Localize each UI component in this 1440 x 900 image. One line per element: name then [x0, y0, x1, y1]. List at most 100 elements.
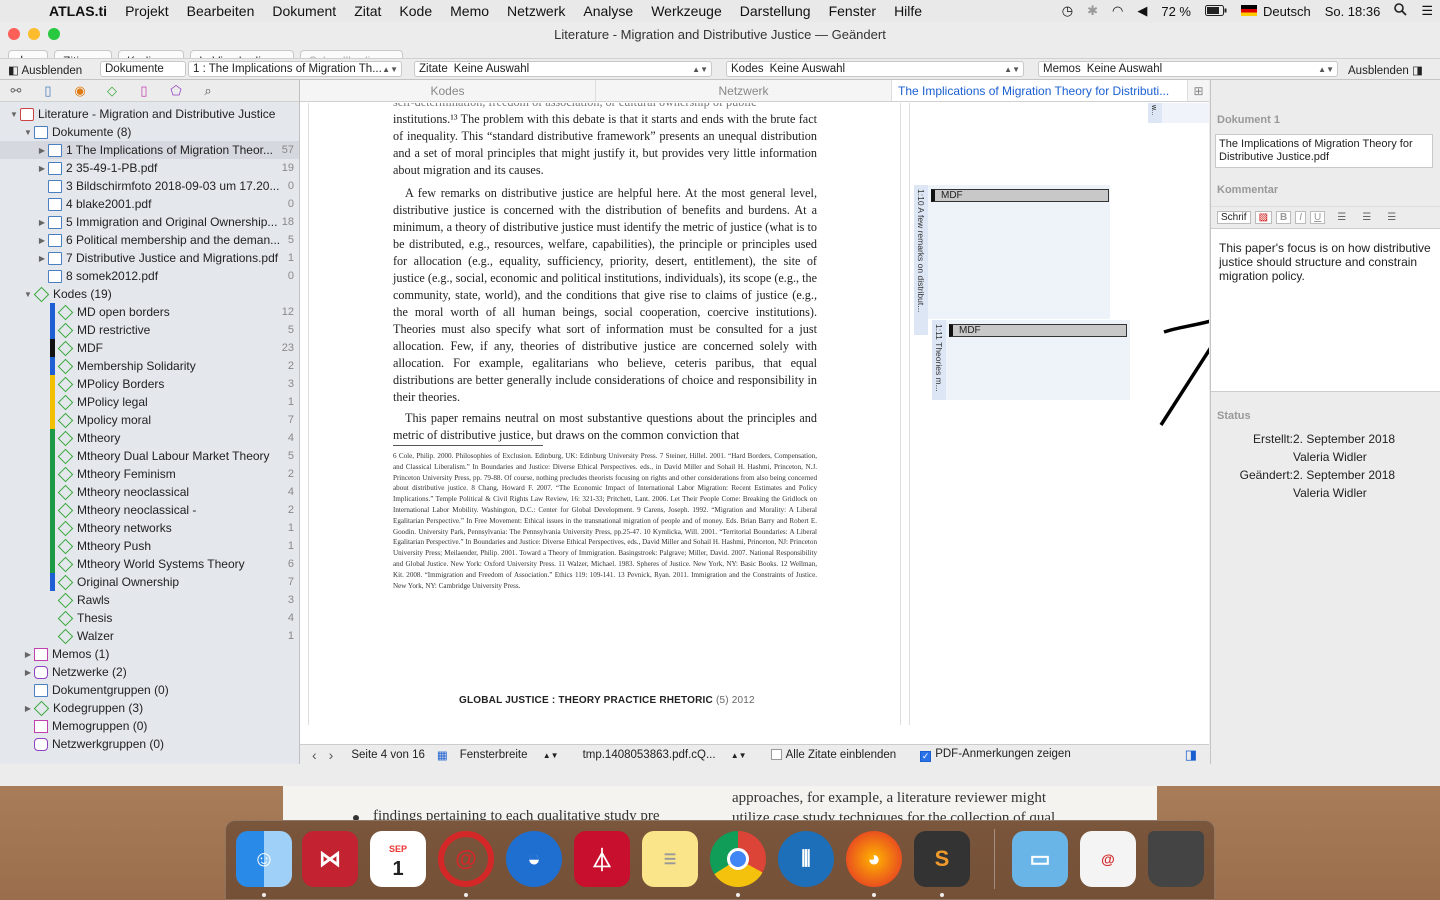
- tree-networks-group[interactable]: ▶ Netzwerke (2): [0, 663, 299, 681]
- search-icon[interactable]: ⌕: [192, 83, 224, 99]
- tree-code-item[interactable]: MPolicy Borders 3: [0, 375, 299, 393]
- tree-code-item[interactable]: MDF 23: [0, 339, 299, 357]
- firefox-icon[interactable]: ◕: [846, 831, 902, 887]
- tree-code-item[interactable]: MD restrictive 5: [0, 321, 299, 339]
- disclosure-closed-icon[interactable]: ▶: [36, 146, 48, 155]
- atlas-ti-icon[interactable]: @: [438, 831, 494, 887]
- chrome-icon[interactable]: [710, 831, 766, 887]
- tree-code-item[interactable]: Membership Solidarity 2: [0, 357, 299, 375]
- menu-werkzeuge[interactable]: Werkzeuge: [642, 3, 731, 19]
- pdf-paragraph-2[interactable]: A few remarks on distributive justice ar…: [393, 185, 817, 406]
- italic-icon[interactable]: I: [1295, 211, 1307, 224]
- hide-left-button[interactable]: ◧ Ausblenden: [8, 63, 82, 77]
- minimize-window-icon[interactable]: [28, 28, 40, 40]
- tree-document-item[interactable]: 4 blake2001.pdf 0: [0, 195, 299, 213]
- tree-code-item[interactable]: MPolicy legal 1: [0, 393, 299, 411]
- tree-code-item[interactable]: Mtheory Dual Labour Market Theory 5: [0, 447, 299, 465]
- disclosure-closed-icon[interactable]: ▶: [36, 218, 48, 227]
- menu-zitat[interactable]: Zitat: [345, 3, 390, 19]
- documents-filter-icon[interactable]: ▯: [32, 83, 64, 99]
- notes-icon[interactable]: ☰: [642, 831, 698, 887]
- menu-kode[interactable]: Kode: [390, 3, 441, 19]
- next-page-icon[interactable]: ›: [329, 747, 334, 763]
- wifi-icon[interactable]: ◠: [1105, 3, 1130, 19]
- tree-network-groups[interactable]: Netzwerkgruppen (0): [0, 735, 299, 753]
- pdf-paragraph-1[interactable]: institutions.¹³ The problem with this de…: [393, 111, 817, 179]
- tree-code-item[interactable]: Rawls 3: [0, 591, 299, 609]
- time-machine-icon[interactable]: ◷: [1055, 3, 1080, 19]
- menu-darstellung[interactable]: Darstellung: [731, 3, 820, 19]
- hide-right-button[interactable]: Ausblenden ◨: [1348, 63, 1423, 77]
- tree-code-item[interactable]: Mtheory Push 1: [0, 537, 299, 555]
- acrobat-reader-icon[interactable]: ⏃: [574, 831, 630, 887]
- tree-code-item[interactable]: Mtheory neoclassical - 2: [0, 501, 299, 519]
- document-stack-icon[interactable]: @: [1080, 831, 1136, 887]
- menu-bearbeiten[interactable]: Bearbeiten: [178, 3, 264, 19]
- text-color-icon[interactable]: ▨: [1254, 211, 1273, 224]
- page-indicator[interactable]: Seite 4 von 16: [351, 749, 425, 761]
- menu-hilfe[interactable]: Hilfe: [885, 3, 931, 19]
- battery-percent[interactable]: 72 %: [1154, 4, 1198, 19]
- quotes-filter-icon[interactable]: ◉: [64, 83, 96, 99]
- disclosure-closed-icon[interactable]: ▶: [22, 704, 34, 713]
- tree-code-item[interactable]: Mtheory World Systems Theory 6: [0, 555, 299, 573]
- codes-select[interactable]: Kodes Keine Auswahl ▲▼: [726, 61, 1024, 77]
- disclosure-open-icon[interactable]: ▼: [22, 128, 34, 137]
- disclosure-closed-icon[interactable]: ▶: [36, 254, 48, 263]
- tree-codes-group[interactable]: ▼ Kodes (19): [0, 285, 299, 303]
- font-button[interactable]: Schrif: [1217, 211, 1251, 224]
- explorer-all-icon[interactable]: ⚯: [0, 83, 32, 99]
- zoom-select[interactable]: Fensterbreite ▲▼: [460, 749, 571, 761]
- prev-page-icon[interactable]: ‹: [312, 747, 317, 763]
- tree-document-item[interactable]: 3 Bildschirmfoto 2018-09-03 um 17.20... 0: [0, 177, 299, 195]
- trash-icon[interactable]: [1148, 831, 1204, 887]
- openoffice-icon[interactable]: ◒: [506, 831, 562, 887]
- tree-code-item[interactable]: Thesis 4: [0, 609, 299, 627]
- tree-code-item[interactable]: Mtheory Feminism 2: [0, 465, 299, 483]
- show-pdf-annotations-checkbox[interactable]: ✓ PDF-Anmerkungen zeigen: [920, 748, 1083, 762]
- document-name-field[interactable]: The Implications of Migration Theory for…: [1215, 134, 1433, 168]
- margin-toggle-icon[interactable]: ◨: [1185, 747, 1197, 763]
- menu-fenster[interactable]: Fenster: [820, 3, 885, 19]
- tree-document-item[interactable]: ▶ 2 35-49-1-PB.pdf 19: [0, 159, 299, 177]
- file-select[interactable]: tmp.1408053863.pdf.cQ... ▲▼: [583, 749, 759, 761]
- memos-filter-icon[interactable]: ▯: [128, 83, 160, 99]
- tree-code-item[interactable]: Mpolicy moral 7: [0, 411, 299, 429]
- page-grid-icon[interactable]: ▦: [437, 748, 448, 762]
- background-document-window[interactable]: approaches, for example, a literature re…: [283, 786, 1157, 820]
- underline-icon[interactable]: U: [1310, 211, 1326, 224]
- menu-netzwerk[interactable]: Netzwerk: [498, 3, 574, 19]
- pdf-paragraph-3[interactable]: This paper remains neutral on most subst…: [393, 410, 817, 444]
- disclosure-open-icon[interactable]: ▼: [22, 290, 34, 299]
- tab-codes[interactable]: Kodes: [300, 80, 596, 101]
- bold-icon[interactable]: B: [1276, 211, 1292, 224]
- bluetooth-icon[interactable]: ✱: [1080, 3, 1105, 19]
- zoom-window-icon[interactable]: [48, 28, 60, 40]
- volume-icon[interactable]: ◀: [1130, 3, 1154, 19]
- tab-document[interactable]: The Implications of Migration Theory for…: [892, 80, 1188, 101]
- disclosure-closed-icon[interactable]: ▶: [22, 650, 34, 659]
- mendeley-icon[interactable]: ⋈: [302, 831, 358, 887]
- comment-editor[interactable]: This paper's focus is on how distributiv…: [1211, 228, 1440, 392]
- networks-filter-icon[interactable]: ⬠: [160, 83, 192, 99]
- tree-code-item[interactable]: Original Ownership 7: [0, 573, 299, 591]
- document-select[interactable]: 1 : The Implications of Migration Th... ▲…: [188, 61, 402, 77]
- spotlight-search-icon[interactable]: [1387, 3, 1414, 19]
- tree-code-item[interactable]: MD open borders 12: [0, 303, 299, 321]
- code-chip-mdf-1[interactable]: MDF: [931, 189, 1109, 202]
- tree-memo-groups[interactable]: Memogruppen (0): [0, 717, 299, 735]
- tree-code-groups[interactable]: ▶ Kodegruppen (3): [0, 699, 299, 717]
- calendar-icon[interactable]: SEP 1: [370, 831, 426, 887]
- disclosure-closed-icon[interactable]: ▶: [22, 668, 34, 677]
- tree-code-item[interactable]: Mtheory neoclassical 4: [0, 483, 299, 501]
- align-center-icon[interactable]: ☰: [1362, 212, 1371, 223]
- control-center-icon[interactable]: ☰: [1414, 3, 1440, 19]
- tree-document-item[interactable]: ▶ 7 Distributive Justice and Migrations.p…: [0, 249, 299, 267]
- code-chip-mdf-2[interactable]: MDF: [949, 324, 1127, 337]
- sublime-text-icon[interactable]: S: [914, 831, 970, 887]
- menu-memo[interactable]: Memo: [441, 3, 498, 19]
- tab-network[interactable]: Netzwerk: [596, 80, 892, 101]
- tree-memos-group[interactable]: ▶ Memos (1): [0, 645, 299, 663]
- tree-document-item[interactable]: ▶ 1 The Implications of Migration Theor..…: [0, 141, 299, 159]
- align-right-icon[interactable]: ☰: [1387, 212, 1396, 223]
